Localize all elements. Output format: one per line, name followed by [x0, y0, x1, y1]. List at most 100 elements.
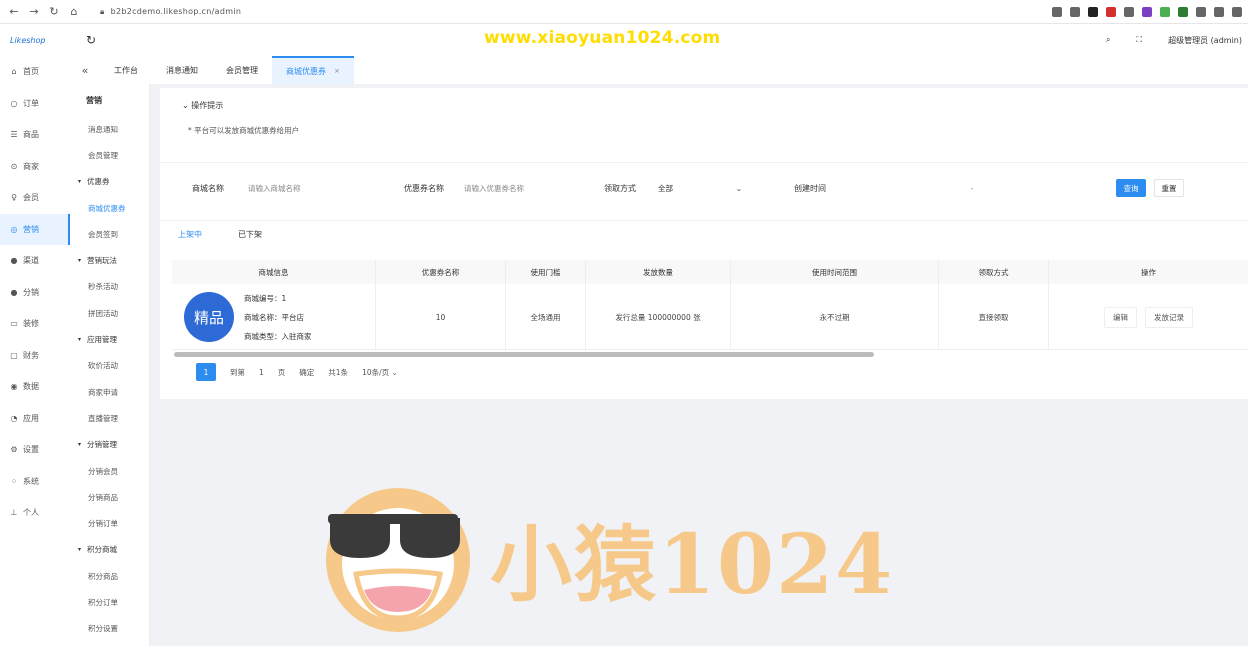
sidebar-item[interactable]: ▭ 装修	[0, 308, 70, 340]
sidebar-item[interactable]: ◎ 营销	[0, 213, 70, 245]
reset-button[interactable]: 重置	[1154, 179, 1184, 197]
menu-item[interactable]: 消息通知	[70, 116, 149, 142]
operation-tip: ⌄ 操作提示 * 平台可以发放商城优惠券给用户	[170, 100, 1248, 146]
shop-info-cell: 精品 商城编号：1 商城名称：平台店 商城类型：入驻商家	[172, 284, 376, 350]
browser-extension-icon[interactable]	[1196, 6, 1206, 17]
menu-item[interactable]: 分销会员	[70, 458, 149, 484]
close-icon[interactable]: ×	[334, 67, 340, 75]
sidebar-item-label: 商家	[23, 161, 39, 171]
sidebar-item[interactable]: ○ 订单	[0, 88, 70, 120]
sidebar-item[interactable]: ◔ 应用	[0, 403, 70, 435]
confirm-button[interactable]: 确定	[299, 367, 314, 378]
reload-icon[interactable]: ↻	[46, 4, 62, 20]
menu-group[interactable]: ▾ 应用管理	[70, 326, 149, 352]
menu-item-label: 积分设置	[88, 624, 118, 634]
browser-extension-icon[interactable]	[1070, 6, 1080, 17]
browser-extension-icon[interactable]	[1232, 6, 1242, 17]
horizontal-scrollbar[interactable]	[174, 352, 874, 357]
sidebar-item[interactable]: ♀ 会员	[0, 182, 70, 214]
menu-item[interactable]: 会员管理	[70, 142, 149, 168]
page-tab[interactable]: 消息通知	[152, 56, 212, 84]
menu-item[interactable]: 商城优惠券	[70, 195, 149, 221]
page-tab[interactable]: 会员管理	[212, 56, 272, 84]
menu-item[interactable]: 会员签到	[70, 221, 149, 247]
browser-extension-icon[interactable]	[1052, 6, 1062, 17]
menu-item[interactable]: 商家申请	[70, 379, 149, 405]
page-tabs: « 工作台 消息通知 会员管理 商城优惠券 ×	[70, 56, 1248, 84]
sidebar-item[interactable]: ● 渠道	[0, 245, 70, 277]
menu-item[interactable]: 秒杀活动	[70, 274, 149, 300]
page-tab-label: 工作台	[114, 65, 138, 75]
status-tab[interactable]: 已下架	[220, 221, 280, 247]
refresh-icon[interactable]: ↻	[86, 33, 96, 47]
browser-extension-icon[interactable]	[1124, 6, 1134, 17]
page-tab[interactable]: 商城优惠券 ×	[272, 56, 354, 84]
menu-item[interactable]: 直播管理	[70, 405, 149, 431]
sidebar-item-label: 财务	[23, 350, 39, 360]
edit-button[interactable]: 编辑	[1104, 306, 1137, 328]
sidebar-item[interactable]: ▢ 财务	[0, 340, 70, 372]
page-size-select[interactable]: 10条/页 ⌄	[362, 367, 398, 378]
column-header: 操作	[1141, 267, 1156, 277]
menu-group[interactable]: ▾ 营销玩法	[70, 247, 149, 273]
browser-extension-icon[interactable]	[1088, 6, 1098, 17]
page-tab[interactable]: 工作台	[100, 56, 152, 84]
sidebar-item-label: 数据	[23, 382, 39, 392]
menu-group[interactable]: ▾ 分销管理	[70, 432, 149, 458]
sidebar-item[interactable]: ⚙ 设置	[0, 434, 70, 466]
query-button[interactable]: 查询	[1116, 179, 1146, 197]
sidebar-item[interactable]: ⌂ 首页	[0, 56, 70, 88]
shop-name-input[interactable]: 请输入商城名称	[236, 177, 386, 199]
menu-item[interactable]: 积分订单	[70, 589, 149, 615]
sidebar-item[interactable]: ◉ 数据	[0, 371, 70, 403]
menu-group[interactable]: ▾ 优惠券	[70, 169, 149, 195]
divider	[160, 220, 1248, 221]
forward-icon[interactable]: →	[26, 4, 42, 20]
coupon-name-input[interactable]: 请输入优惠券名称	[452, 177, 602, 199]
menu-item[interactable]: 积分商品	[70, 563, 149, 589]
method-select[interactable]: 全部 ⌄	[646, 177, 748, 199]
sidebar-item[interactable]: ⊙ 商家	[0, 151, 70, 183]
menu-item[interactable]: 砍价活动	[70, 353, 149, 379]
search-icon[interactable]: ⌕	[1106, 35, 1110, 45]
back-icon[interactable]: ←	[6, 4, 22, 20]
menu-group[interactable]: ▾ 积分商城	[70, 537, 149, 563]
app-header: Likeshop ↻ www.xiaoyuan1024.com ⌕ ⛶ 超级管理…	[0, 24, 1248, 56]
record-button[interactable]: 发放记录	[1145, 306, 1193, 328]
browser-extension-icon[interactable]	[1106, 6, 1116, 17]
address-bar[interactable]: 🔒︎ b2b2cdemo.likeshop.cn/admin	[100, 4, 1000, 20]
page-current[interactable]: 1	[196, 363, 216, 381]
collapse-icon[interactable]: «	[70, 56, 100, 84]
column-header: 商城信息	[172, 260, 376, 284]
fullscreen-icon[interactable]: ⛶	[1137, 35, 1143, 45]
operation-cell: 编辑 发放记录	[1049, 284, 1248, 350]
status-tab[interactable]: 上架中	[160, 221, 220, 247]
caret-down-icon: ▾	[78, 546, 82, 554]
browser-extension-icon[interactable]	[1142, 6, 1152, 17]
sidebar-item[interactable]: ☰ 商品	[0, 119, 70, 151]
chevron-down-icon[interactable]: ⌄	[182, 101, 189, 110]
menu-item-label: 营销玩法	[87, 256, 118, 266]
browser-extension-icon[interactable]	[1178, 6, 1188, 17]
threshold-cell: 全场通用	[506, 284, 586, 350]
sidebar-item[interactable]: ⁘ 系统	[0, 466, 70, 498]
sidebar-item[interactable]: ⊥ 个人	[0, 497, 70, 529]
menu-item-label: 秒杀活动	[88, 282, 118, 292]
menu-item-label: 直播管理	[88, 413, 118, 423]
time-range-picker[interactable]: -	[836, 177, 1096, 199]
caret-down-icon: ▾	[78, 441, 82, 449]
menu-item[interactable]: 分销商品	[70, 484, 149, 510]
person-icon: ⊥	[10, 508, 18, 518]
page-input[interactable]: 1	[259, 368, 264, 377]
home-browser-icon[interactable]: ⌂	[66, 4, 82, 20]
browser-extension-icon[interactable]	[1214, 6, 1224, 17]
lock-icon: 🔒︎	[100, 6, 105, 16]
sidebar-item[interactable]: ● 分销	[0, 277, 70, 309]
menu-item-label: 分销商品	[88, 492, 118, 502]
menu-item[interactable]: 分销订单	[70, 510, 149, 536]
menu-item[interactable]: 拼团活动	[70, 300, 149, 326]
user-name[interactable]: 超级管理员 (admin)	[1168, 35, 1242, 46]
menu-item[interactable]: 积分设置	[70, 616, 149, 642]
browser-extension-icon[interactable]	[1160, 6, 1170, 17]
sidebar-item-label: 营销	[23, 224, 39, 234]
